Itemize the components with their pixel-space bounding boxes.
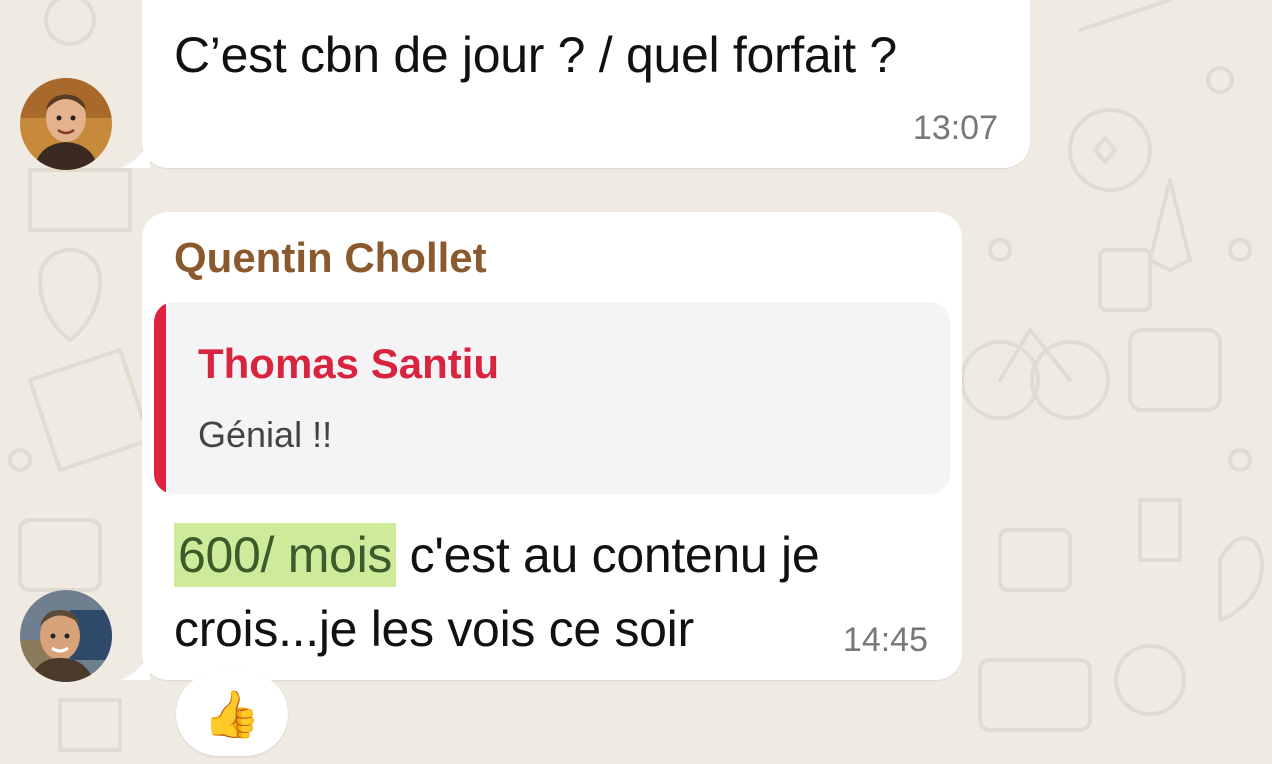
quote-bar (154, 302, 166, 494)
message-text: C’est cbn de jour ? / quel forfait ? (174, 27, 897, 83)
bubble-tail (120, 650, 150, 680)
quoted-message[interactable]: Thomas Santiu Génial !! (154, 302, 950, 494)
sender-avatar[interactable] (20, 590, 112, 682)
avatar-photo-icon (20, 590, 112, 682)
quote-author: Thomas Santiu (198, 340, 500, 387)
sender-avatar[interactable] (20, 78, 112, 170)
quote-text: Génial !! (198, 414, 333, 455)
sender-name[interactable]: Quentin Chollet (174, 234, 487, 282)
thumbs-up-icon: 👍 (203, 687, 261, 740)
message-bubble[interactable]: Quentin Chollet Thomas Santiu Génial !! … (120, 212, 962, 680)
message-time: 13:07 (912, 109, 998, 147)
bubble-tail (120, 138, 150, 168)
avatar-photo-icon (20, 78, 112, 170)
message-bubble[interactable]: C’est cbn de jour ? / quel forfait ? 13:… (120, 0, 1030, 168)
thumbs-up-reaction[interactable]: 👍 (176, 672, 288, 756)
message-time: 14:45 (842, 621, 928, 659)
message-text: 600/ mois c'est au contenu je crois...je… (174, 518, 894, 666)
highlighted-text: 600/ mois (174, 523, 397, 587)
